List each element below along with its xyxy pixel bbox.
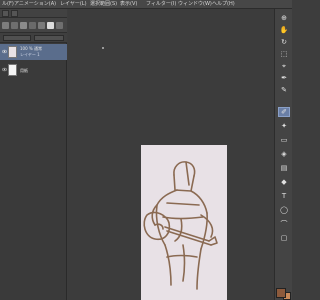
zoom-icon[interactable]: ⊕ bbox=[278, 13, 290, 23]
menu-animation[interactable]: アニメーション(A) bbox=[14, 1, 56, 8]
shape-icon[interactable]: ◆ bbox=[278, 177, 290, 187]
opacity-slider[interactable] bbox=[34, 35, 64, 41]
fill-icon[interactable]: ◈ bbox=[278, 149, 290, 159]
layer-toolbar bbox=[0, 18, 67, 33]
blend-mode-select[interactable] bbox=[3, 35, 31, 41]
menu-help[interactable]: ヘルプ(H) bbox=[212, 1, 235, 8]
balloon-icon[interactable]: ◯ bbox=[278, 205, 290, 215]
select-icon[interactable]: ⬚ bbox=[278, 49, 290, 59]
frame-icon[interactable]: ▢ bbox=[278, 233, 290, 243]
menu-view[interactable]: 表示(V) bbox=[120, 1, 137, 8]
eraser-icon[interactable]: ▭ bbox=[278, 135, 290, 145]
pencil-icon[interactable]: ✎ bbox=[278, 85, 290, 95]
ruler-layer-icon[interactable] bbox=[38, 22, 45, 29]
layer-row-layer1[interactable]: 100 % 通常 レイヤー 1 bbox=[0, 44, 67, 60]
panel-collapse-button[interactable] bbox=[11, 10, 18, 17]
paper-thumbnail bbox=[8, 64, 17, 76]
main-color-swatch[interactable] bbox=[276, 288, 286, 298]
delete-layer-icon[interactable] bbox=[56, 22, 63, 29]
folder-icon[interactable] bbox=[11, 22, 18, 29]
eyedropper-icon[interactable]: ⌖ bbox=[278, 61, 290, 71]
layer-name: 100 % 通常 bbox=[20, 46, 42, 51]
mask-icon[interactable] bbox=[20, 22, 27, 29]
layer-properties-row bbox=[0, 33, 67, 43]
menu-window[interactable]: ウィンドウ(W) bbox=[178, 1, 212, 8]
layer-color-icon[interactable] bbox=[47, 22, 54, 29]
hand-icon[interactable]: ✋ bbox=[278, 25, 290, 35]
menu-filter[interactable]: フィルター(I) bbox=[146, 1, 176, 8]
new-layer-icon[interactable] bbox=[2, 22, 9, 29]
menu-bar: ル(F) アニメーション(A) レイヤー(L) 選択範囲(S) 表示(V) フィ… bbox=[0, 0, 292, 9]
eye-icon[interactable] bbox=[2, 49, 7, 54]
layer-panel: 100 % 通常 レイヤー 1 用紙 bbox=[0, 18, 67, 300]
gradient-icon[interactable]: ▤ bbox=[278, 163, 290, 173]
ruler-icon[interactable]: ⌒ bbox=[278, 219, 290, 229]
eye-icon[interactable] bbox=[2, 67, 7, 72]
pen-icon[interactable]: ✒ bbox=[278, 73, 290, 83]
lock-icon[interactable] bbox=[29, 22, 36, 29]
tool-palette: ⊕ ✋ ↻ ⬚ ⌖ ✒ ✎ ✐ ✦ ▭ ◈ ▤ ◆ T ◯ ⌒ ▢ bbox=[274, 9, 292, 300]
command-strip bbox=[0, 9, 67, 18]
canvas-paper[interactable] bbox=[141, 145, 227, 300]
menu-layer[interactable]: レイヤー(L) bbox=[60, 1, 87, 8]
panel-menu-button[interactable] bbox=[2, 10, 9, 17]
layer-name: 用紙 bbox=[20, 68, 28, 73]
sketch-drawing bbox=[143, 161, 218, 290]
cursor-dot bbox=[102, 47, 104, 49]
menu-selection[interactable]: 選択範囲(S) bbox=[90, 1, 117, 8]
rotate-icon[interactable]: ↻ bbox=[278, 37, 290, 47]
canvas-area[interactable] bbox=[68, 9, 274, 300]
layer-sub-name: レイヤー 1 bbox=[20, 52, 40, 57]
airbrush-icon[interactable]: ✦ bbox=[278, 121, 290, 131]
brush-icon[interactable]: ✐ bbox=[278, 107, 290, 117]
menu-file[interactable]: ル(F) bbox=[2, 1, 14, 8]
layer-row-paper[interactable]: 用紙 bbox=[0, 62, 67, 78]
layer-thumbnail bbox=[8, 46, 17, 58]
text-icon[interactable]: T bbox=[278, 191, 290, 201]
